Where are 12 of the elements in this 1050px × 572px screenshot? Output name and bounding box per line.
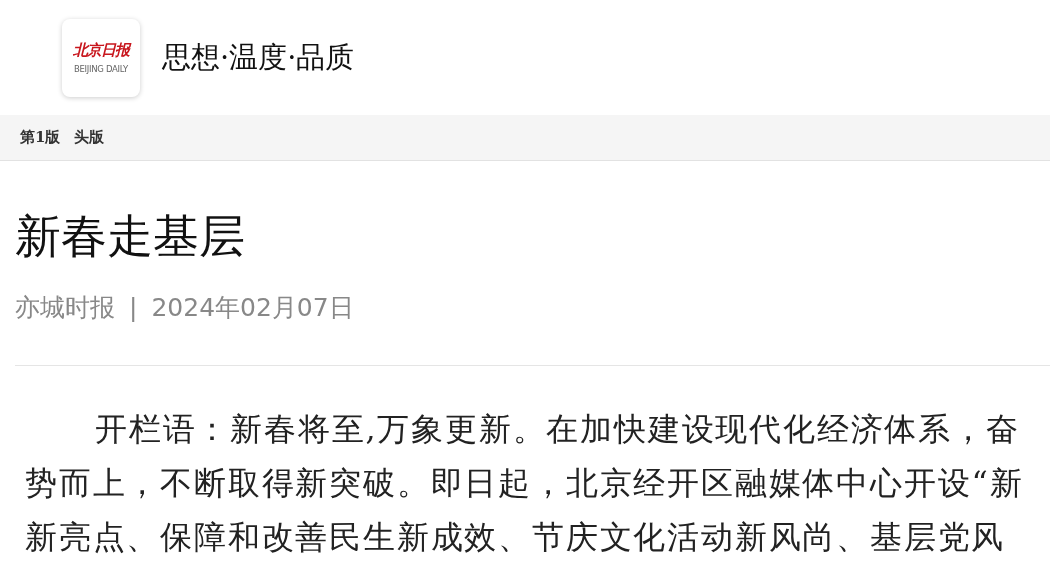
tagline: 思想·温度·品质 <box>162 38 355 76</box>
separator: | <box>129 293 138 323</box>
logo-subtitle: BEIJING DAILY <box>74 64 128 74</box>
article-title: 新春走基层 <box>15 209 246 263</box>
breadcrumb-item[interactable]: 第1版 <box>20 128 61 147</box>
breadcrumb-item[interactable]: 头版 <box>74 128 105 147</box>
paragraph-line: 势而上，不断取得新突破。即日起，北京经开区融媒体中心开设“新 <box>25 463 1024 504</box>
article-date: 2024年02月07日 <box>151 293 354 323</box>
logo-name: 北京日报 <box>73 41 129 60</box>
article-source: 亦城时报 <box>15 293 115 323</box>
paragraph-line: 开栏语：新春将至,万象更新。在加快建设现代化经济体系，奋 <box>95 409 1020 450</box>
paragraph-line: 新亮点、保障和改善民生新成效、节庆文化活动新风尚、基层党风 <box>25 517 1006 558</box>
